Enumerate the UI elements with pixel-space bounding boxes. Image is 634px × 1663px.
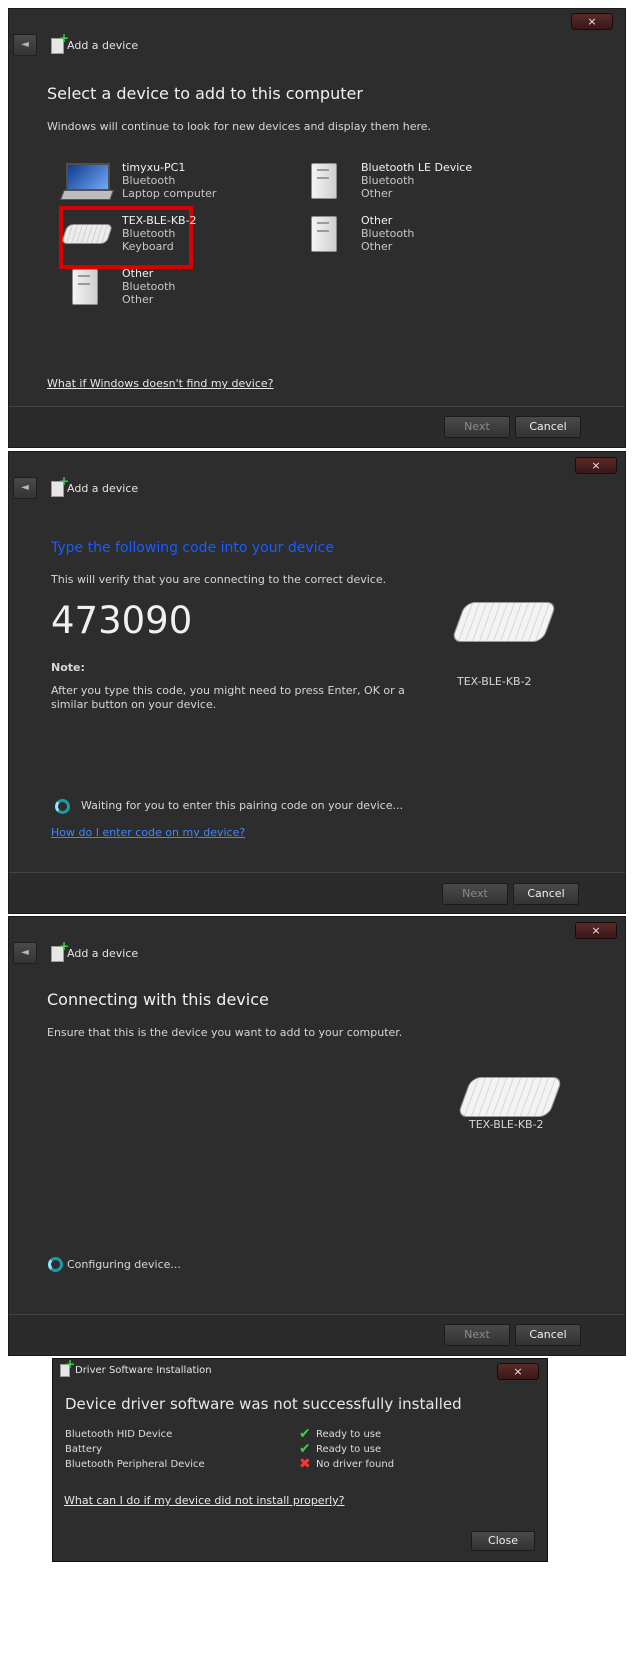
- device-type: Bluetooth: [361, 174, 415, 187]
- dialog-header-title: Add a device: [67, 947, 139, 960]
- device-caption: TEX-BLE-KB-2: [457, 675, 532, 688]
- device-category: Keyboard: [122, 240, 174, 253]
- driver-window-icon: [60, 1357, 75, 1377]
- device-item-other-1[interactable]: Other Bluetooth Other: [303, 214, 523, 266]
- device-tower-icon: [303, 161, 353, 205]
- back-button[interactable]: ◄: [13, 942, 37, 964]
- device-tower-icon: [64, 267, 114, 311]
- driver-row-name: Bluetooth Peripheral Device: [65, 1459, 205, 1470]
- device-item-tex-ble-kb-2[interactable]: TEX-BLE-KB-2 Bluetooth Keyboard: [60, 214, 284, 266]
- close-button[interactable]: Close: [471, 1531, 535, 1551]
- status-text: Configuring device...: [67, 1258, 181, 1271]
- device-item-bluetooth-le[interactable]: Bluetooth LE Device Bluetooth Other: [303, 161, 523, 213]
- check-icon: ✔: [299, 1441, 311, 1457]
- help-link[interactable]: How do I enter code on my device?: [51, 826, 245, 839]
- device-name: TEX-BLE-KB-2: [122, 214, 197, 227]
- check-icon: ✔: [299, 1426, 311, 1442]
- next-button[interactable]: Next: [444, 1324, 510, 1346]
- driver-heading: Device driver software was not successfu…: [65, 1395, 462, 1413]
- note-label: Note:: [51, 661, 85, 674]
- dialog-footer: Next Cancel: [9, 872, 625, 913]
- cancel-button[interactable]: Cancel: [515, 1324, 581, 1346]
- device-category: Other: [361, 187, 393, 200]
- driver-installation-dialog: Driver Software Installation × Device dr…: [52, 1357, 548, 1562]
- dialog-header-title: Add a device: [67, 482, 139, 495]
- cancel-button[interactable]: Cancel: [515, 416, 581, 438]
- page-title: Connecting with this device: [47, 990, 269, 1009]
- dialog-footer: Next Cancel: [9, 406, 625, 447]
- titlebar: ×: [9, 917, 625, 939]
- device-type: Bluetooth: [122, 227, 176, 240]
- device-name: Bluetooth LE Device: [361, 161, 473, 174]
- laptop-icon: [60, 161, 114, 205]
- loading-spinner-icon: [48, 1257, 63, 1272]
- device-type: Bluetooth: [122, 280, 176, 293]
- error-icon: ✖: [299, 1456, 311, 1472]
- loading-spinner-icon: [55, 799, 70, 814]
- page-title: Select a device to add to this computer: [47, 84, 363, 103]
- device-name: Other: [122, 267, 154, 280]
- window-close-button[interactable]: ×: [497, 1363, 539, 1380]
- add-device-icon: [51, 939, 69, 962]
- device-item-timyxu-pc1[interactable]: timyxu-PC1 Bluetooth Laptop computer: [60, 161, 284, 213]
- back-button[interactable]: ◄: [13, 34, 37, 56]
- driver-row-status: Ready to use: [316, 1444, 382, 1455]
- back-button[interactable]: ◄: [13, 477, 37, 499]
- page-subtitle: This will verify that you are connecting…: [51, 573, 387, 586]
- driver-window-title: Driver Software Installation: [75, 1365, 212, 1376]
- next-button[interactable]: Next: [442, 883, 508, 905]
- titlebar: ×: [9, 452, 625, 474]
- device-tower-icon: [303, 214, 353, 258]
- note-text: After you type this code, you might need…: [51, 684, 405, 711]
- dialog-footer: Next Cancel: [9, 1314, 625, 1355]
- device-category: Laptop computer: [122, 187, 217, 200]
- device-name: Other: [361, 214, 393, 227]
- add-device-dialog-connecting: × ◄ Add a device Connecting with this de…: [8, 916, 626, 1356]
- window-close-button[interactable]: ×: [575, 922, 617, 939]
- driver-help-link[interactable]: What can I do if my device did not insta…: [64, 1494, 345, 1507]
- titlebar: ×: [9, 9, 625, 31]
- cancel-button[interactable]: Cancel: [513, 883, 579, 905]
- help-link[interactable]: What if Windows doesn't find my device?: [47, 377, 274, 390]
- keyboard-image-icon: [456, 1077, 564, 1117]
- add-device-icon: [51, 474, 69, 497]
- driver-row-name: Battery: [65, 1444, 103, 1455]
- device-type: Bluetooth: [361, 227, 415, 240]
- page-subtitle: Windows will continue to look for new de…: [47, 120, 432, 133]
- device-name: timyxu-PC1: [122, 161, 186, 174]
- add-device-dialog-select: × ◄ Add a device Select a device to add …: [8, 8, 626, 448]
- window-close-button[interactable]: ×: [571, 13, 613, 30]
- keyboard-icon: [60, 214, 114, 258]
- device-category: Other: [122, 293, 154, 306]
- device-item-other-2[interactable]: Other Bluetooth Other: [64, 267, 284, 319]
- dialog-header-title: Add a device: [67, 39, 139, 52]
- status-text: Waiting for you to enter this pairing co…: [81, 799, 403, 812]
- add-device-icon: [51, 31, 69, 54]
- driver-row-status: No driver found: [316, 1459, 395, 1470]
- page-title: Type the following code into your device: [51, 540, 334, 556]
- keyboard-image-icon: [450, 602, 558, 642]
- window-close-button[interactable]: ×: [575, 457, 617, 474]
- page-subtitle: Ensure that this is the device you want …: [47, 1026, 403, 1039]
- driver-row-status: Ready to use: [316, 1429, 382, 1440]
- device-caption: TEX-BLE-KB-2: [469, 1118, 544, 1131]
- device-type: Bluetooth: [122, 174, 176, 187]
- pairing-code: 473090: [51, 599, 193, 642]
- next-button[interactable]: Next: [444, 416, 510, 438]
- device-category: Other: [361, 240, 393, 253]
- add-device-dialog-pairing: × ◄ Add a device Type the following code…: [8, 451, 626, 914]
- driver-row-name: Bluetooth HID Device: [65, 1429, 173, 1440]
